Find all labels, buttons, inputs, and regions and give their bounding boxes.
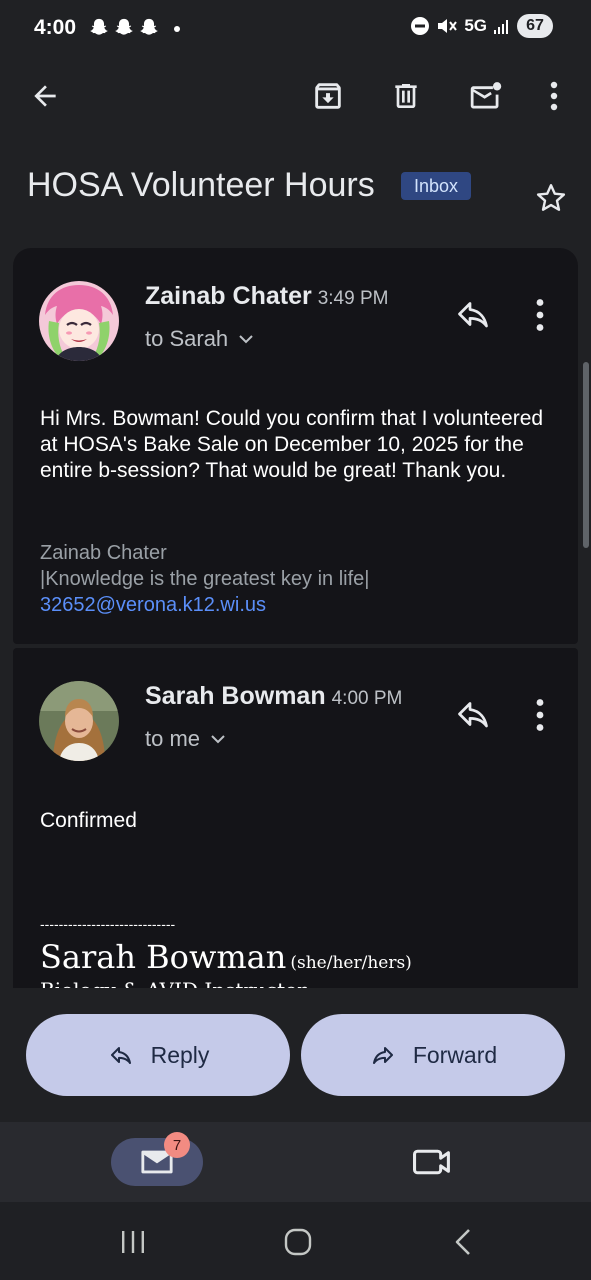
signature-pronouns: (she/her/hers) xyxy=(290,953,412,973)
avatar[interactable] xyxy=(39,681,119,761)
back-button[interactable] xyxy=(25,76,65,116)
more-vert-icon[interactable] xyxy=(528,698,552,732)
mark-unread-button[interactable] xyxy=(466,76,506,116)
recipient-label: to Sarah xyxy=(145,326,229,351)
sender-name-row: Sarah Bowman 4:00 PM xyxy=(145,682,402,711)
profile-photo xyxy=(39,681,119,761)
sender-name: Sarah Bowman xyxy=(145,682,326,710)
recent-apps-icon[interactable] xyxy=(115,1224,151,1260)
snapchat-icon xyxy=(140,18,158,35)
recipients-toggle[interactable]: to me xyxy=(145,726,226,752)
message-card: Sarah Bowman 4:00 PM to me Confirmed ----… xyxy=(13,648,578,988)
inbox-label-chip[interactable]: Inbox xyxy=(401,172,472,200)
meet-video-icon[interactable] xyxy=(413,1146,453,1178)
unread-count-badge: 7 xyxy=(164,1132,190,1158)
back-arrow-icon xyxy=(34,85,56,107)
notification-icons xyxy=(88,17,160,39)
chevron-down-icon xyxy=(211,735,225,744)
delete-button[interactable] xyxy=(386,76,426,116)
avatar[interactable] xyxy=(39,281,119,361)
mark-unread-icon xyxy=(470,82,502,109)
dnd-icon xyxy=(411,17,430,35)
status-bar: 4:00 5G 67 xyxy=(0,0,591,58)
status-time: 4:00 xyxy=(34,16,77,39)
top-toolbar xyxy=(0,64,591,128)
message-time: 3:49 PM xyxy=(317,288,389,309)
snapchat-icon xyxy=(90,18,108,35)
signature: Zainab Chater |Knowledge is the greatest… xyxy=(40,540,369,618)
more-vert-icon[interactable] xyxy=(528,298,552,332)
star-icon[interactable] xyxy=(533,180,569,216)
email-subject: HOSA Volunteer Hours xyxy=(27,166,375,204)
notification-dot xyxy=(174,26,180,32)
status-right: 5G 67 xyxy=(410,14,553,38)
more-options-button[interactable] xyxy=(534,76,574,116)
signature-email-link[interactable]: 32652@verona.k12.wi.us xyxy=(40,594,266,616)
network-type: 5G xyxy=(464,16,487,35)
more-vert-icon xyxy=(550,81,558,111)
message-body: Confirmed xyxy=(40,809,137,832)
reply-icon[interactable] xyxy=(453,296,493,332)
sender-name-row: Zainab Chater 3:49 PM xyxy=(145,282,388,311)
signature-name-line: Sarah Bowman (she/her/hers) xyxy=(40,938,412,976)
battery-indicator: 67 xyxy=(517,14,553,38)
delete-icon xyxy=(395,84,417,108)
mute-icon xyxy=(438,19,458,33)
scrollbar[interactable] xyxy=(583,362,589,548)
system-navigation xyxy=(0,1202,591,1280)
message-time: 4:00 PM xyxy=(331,688,403,709)
signal-icon xyxy=(494,20,508,34)
snapchat-icon xyxy=(115,18,133,35)
recipient-label: to me xyxy=(145,726,201,751)
sender-name: Zainab Chater xyxy=(145,282,312,310)
signature-quote: |Knowledge is the greatest key in life| xyxy=(40,568,370,590)
signature-divider: ----------------------------- xyxy=(40,916,176,932)
signature-name: Sarah Bowman xyxy=(40,938,287,976)
back-icon[interactable] xyxy=(446,1224,482,1260)
archive-icon xyxy=(315,83,341,109)
bottom-nav: 7 xyxy=(0,1122,591,1202)
archive-button[interactable] xyxy=(308,76,348,116)
signature-name: Zainab Chater xyxy=(40,542,167,564)
reply-button[interactable]: Reply xyxy=(26,1014,290,1096)
reply-label: Reply xyxy=(150,1041,210,1068)
home-icon[interactable] xyxy=(280,1224,316,1260)
reply-icon xyxy=(110,1047,131,1064)
subject-row: HOSA Volunteer Hours Inbox xyxy=(27,164,567,214)
forward-button[interactable]: Forward xyxy=(301,1014,565,1096)
forward-icon xyxy=(372,1047,393,1064)
signature-title: Biology & AVID Instructor xyxy=(40,978,307,988)
anime-avatar-image xyxy=(39,281,119,361)
recipients-toggle[interactable]: to Sarah xyxy=(145,326,254,352)
message-card: Zainab Chater 3:49 PM to Sarah Hi Mrs. Bo… xyxy=(13,248,578,644)
chevron-down-icon xyxy=(239,335,253,344)
forward-label: Forward xyxy=(412,1041,498,1068)
reply-icon[interactable] xyxy=(453,696,493,732)
message-body: Hi Mrs. Bowman! Could you confirm that I… xyxy=(40,407,544,482)
